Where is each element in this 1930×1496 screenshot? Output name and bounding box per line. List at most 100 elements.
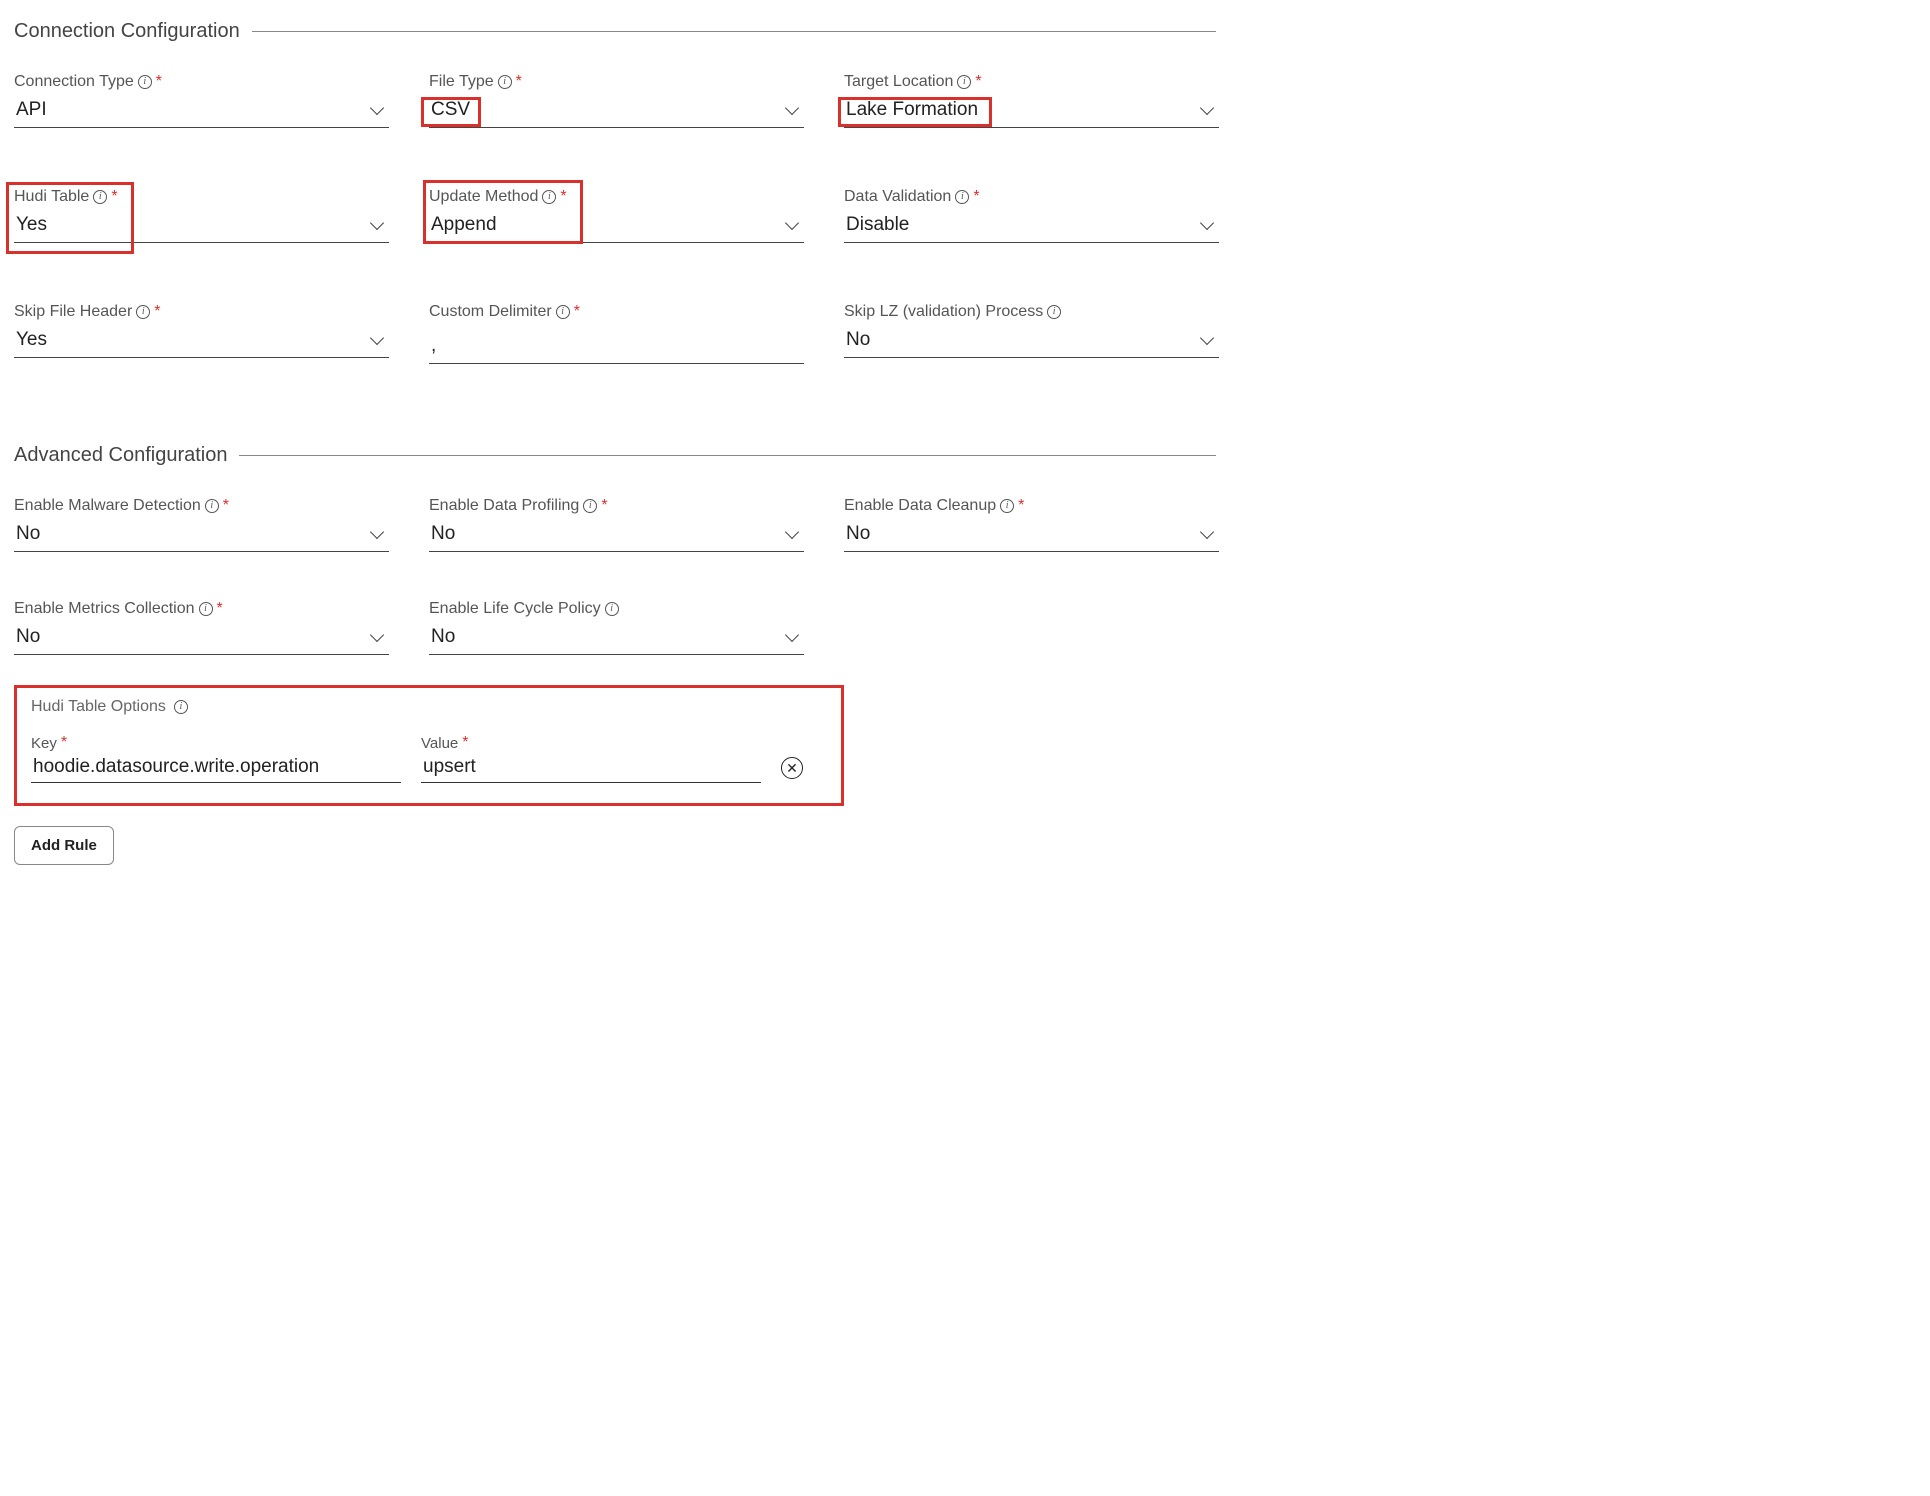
chevron-down-icon	[1199, 529, 1217, 539]
hudi-key-field: Key * hoodie.datasource.write.operation	[31, 734, 401, 783]
info-icon[interactable]: i	[1047, 305, 1061, 319]
label-text: Update Method	[429, 188, 538, 206]
hudi-option-row: Key * hoodie.datasource.write.operation …	[31, 734, 821, 783]
field-metrics: Enable Metrics Collection i * No	[14, 600, 389, 655]
required-star: *	[516, 73, 522, 91]
field-label: Enable Malware Detection i *	[14, 497, 389, 515]
required-star: *	[111, 188, 117, 206]
required-star: *	[223, 497, 229, 515]
dropdown-hudi-table[interactable]: Yes	[14, 214, 389, 243]
label-text: Custom Delimiter	[429, 303, 552, 321]
field-label: File Type i *	[429, 73, 804, 91]
label-text: Enable Data Cleanup	[844, 497, 996, 515]
chevron-down-icon	[369, 529, 387, 539]
input-custom-delimiter[interactable]: ,	[429, 335, 804, 364]
field-malware: Enable Malware Detection i * No	[14, 497, 389, 552]
field-custom-delimiter: Custom Delimiter i * ,	[429, 303, 804, 364]
field-file-type: File Type i * CSV	[429, 73, 804, 128]
info-icon[interactable]: i	[957, 75, 971, 89]
required-star: *	[462, 734, 468, 752]
info-icon[interactable]: i	[138, 75, 152, 89]
input-hudi-key[interactable]: hoodie.datasource.write.operation	[31, 756, 401, 783]
section-title: Connection Configuration	[14, 20, 240, 43]
label-text: Enable Data Profiling	[429, 497, 579, 515]
dropdown-malware[interactable]: No	[14, 523, 389, 552]
field-label: Skip File Header i *	[14, 303, 389, 321]
info-icon[interactable]: i	[174, 700, 188, 714]
hudi-value-field: Value * upsert	[421, 734, 761, 783]
label-text: Data Validation	[844, 188, 951, 206]
dropdown-value: No	[431, 626, 455, 648]
chevron-down-icon	[784, 529, 802, 539]
required-star: *	[61, 734, 67, 752]
label-text: Hudi Table Options	[31, 698, 166, 716]
field-label: Update Method i *	[429, 188, 804, 206]
dropdown-target-location[interactable]: Lake Formation	[844, 99, 1219, 128]
dropdown-cleanup[interactable]: No	[844, 523, 1219, 552]
section-header-advanced: Advanced Configuration	[14, 444, 1216, 467]
field-target-location: Target Location i * Lake Formation	[844, 73, 1219, 128]
input-value: upsert	[423, 756, 476, 777]
chevron-down-icon	[784, 632, 802, 642]
info-icon[interactable]: i	[498, 75, 512, 89]
chevron-down-icon	[369, 335, 387, 345]
label-text: Target Location	[844, 73, 953, 91]
required-star: *	[217, 600, 223, 618]
label-text: Enable Malware Detection	[14, 497, 201, 515]
label-text: Skip File Header	[14, 303, 132, 321]
info-icon[interactable]: i	[955, 190, 969, 204]
dropdown-profiling[interactable]: No	[429, 523, 804, 552]
field-skip-file-header: Skip File Header i * Yes	[14, 303, 389, 364]
close-icon: ✕	[786, 761, 798, 775]
dropdown-update-method[interactable]: Append	[429, 214, 804, 243]
dropdown-metrics[interactable]: No	[14, 626, 389, 655]
input-value: ,	[431, 335, 436, 357]
dropdown-value: No	[16, 626, 40, 648]
label-text: Enable Metrics Collection	[14, 600, 195, 618]
dropdown-connection-type[interactable]: API	[14, 99, 389, 128]
info-icon[interactable]: i	[199, 602, 213, 616]
required-star: *	[973, 188, 979, 206]
dropdown-file-type[interactable]: CSV	[429, 99, 804, 128]
dropdown-value: Lake Formation	[846, 99, 978, 121]
field-label: Enable Life Cycle Policy i	[429, 600, 804, 618]
label-text: Key	[31, 735, 57, 752]
required-star: *	[154, 303, 160, 321]
chevron-down-icon	[369, 105, 387, 115]
field-label: Value *	[421, 734, 761, 752]
section-header-connection: Connection Configuration	[14, 20, 1216, 43]
field-label: Skip LZ (validation) Process i	[844, 303, 1219, 321]
field-label: Data Validation i *	[844, 188, 1219, 206]
dropdown-value: Yes	[16, 329, 47, 351]
chevron-down-icon	[784, 105, 802, 115]
required-star: *	[1018, 497, 1024, 515]
input-value: hoodie.datasource.write.operation	[33, 756, 319, 777]
dropdown-value: No	[431, 523, 455, 545]
remove-row-button[interactable]: ✕	[781, 757, 803, 779]
dropdown-value: Append	[431, 214, 497, 236]
info-icon[interactable]: i	[136, 305, 150, 319]
dropdown-skip-file-header[interactable]: Yes	[14, 329, 389, 358]
dropdown-skip-lz[interactable]: No	[844, 329, 1219, 358]
add-rule-button[interactable]: Add Rule	[14, 826, 114, 865]
input-hudi-value[interactable]: upsert	[421, 756, 761, 783]
required-star: *	[574, 303, 580, 321]
info-icon[interactable]: i	[93, 190, 107, 204]
dropdown-value: No	[846, 329, 870, 351]
chevron-down-icon	[369, 632, 387, 642]
info-icon[interactable]: i	[583, 499, 597, 513]
info-icon[interactable]: i	[205, 499, 219, 513]
dropdown-data-validation[interactable]: Disable	[844, 214, 1219, 243]
chevron-down-icon	[784, 220, 802, 230]
required-star: *	[560, 188, 566, 206]
info-icon[interactable]: i	[605, 602, 619, 616]
field-data-validation: Data Validation i * Disable	[844, 188, 1219, 243]
field-lifecycle: Enable Life Cycle Policy i No	[429, 600, 804, 655]
info-icon[interactable]: i	[556, 305, 570, 319]
required-star: *	[975, 73, 981, 91]
chevron-down-icon	[1199, 335, 1217, 345]
dropdown-lifecycle[interactable]: No	[429, 626, 804, 655]
required-star: *	[156, 73, 162, 91]
info-icon[interactable]: i	[1000, 499, 1014, 513]
info-icon[interactable]: i	[542, 190, 556, 204]
